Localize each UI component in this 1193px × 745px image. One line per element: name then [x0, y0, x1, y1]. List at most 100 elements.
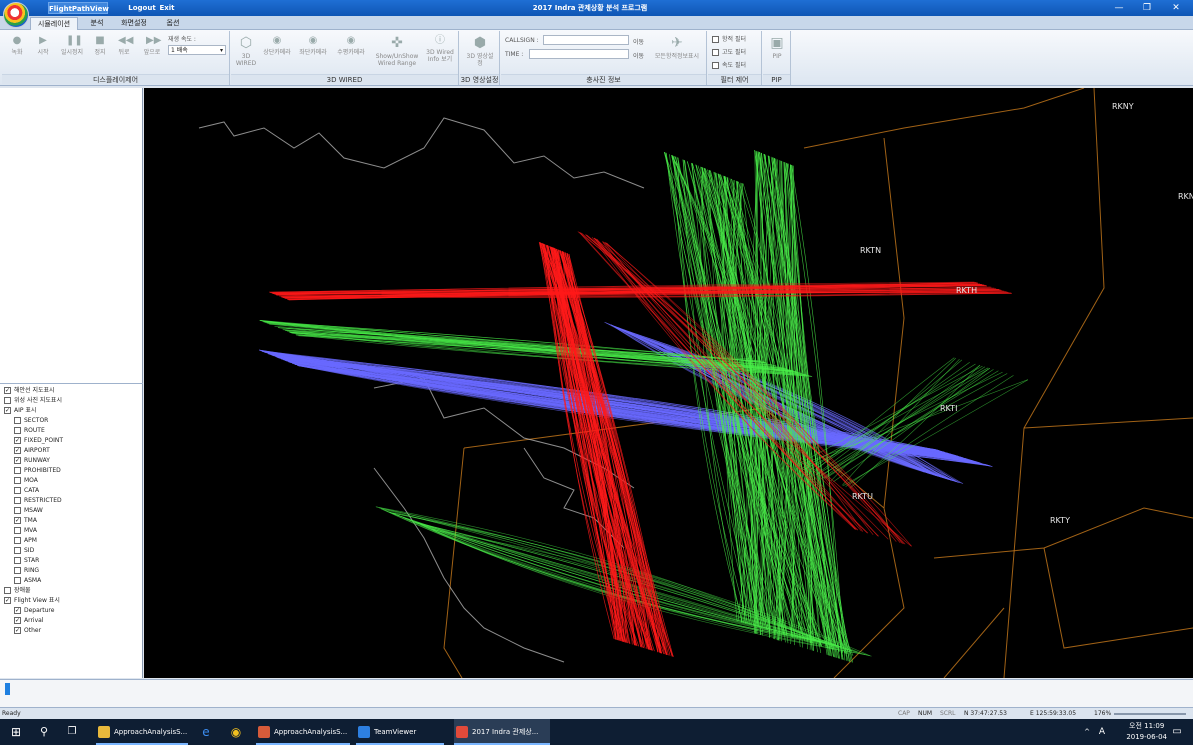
start-button[interactable]: ▶ 시작	[34, 35, 52, 56]
pause-button[interactable]: ❚❚ 일시정지	[58, 35, 86, 56]
tab-analysis[interactable]: 분석	[82, 17, 112, 30]
checkbox-icon[interactable]	[4, 407, 11, 414]
layer-item[interactable]: Departure	[0, 606, 143, 616]
checkbox-icon[interactable]	[4, 597, 11, 604]
taskbar-app-approach-analysis[interactable]: ApproachAnalysisS...	[256, 719, 350, 745]
close-button[interactable]: ✕	[1162, 0, 1190, 16]
checkbox-icon[interactable]	[14, 437, 21, 444]
layer-item[interactable]: TMA	[0, 516, 143, 526]
3d-wired-info-button[interactable]: ⓘ 3D Wired Info 보기	[424, 35, 456, 63]
map-view[interactable]: RKNY RKNW RKTH RKTN RKTI RKTU RKTY	[144, 88, 1193, 678]
layer-item[interactable]: Arrival	[0, 616, 143, 626]
speed-select[interactable]: 1 배속 ▾	[168, 45, 226, 55]
layer-item[interactable]: FIXED_POINT	[0, 436, 143, 446]
checkbox-icon[interactable]	[14, 517, 21, 524]
horizontal-camera-button[interactable]: ◉ 수평카메라	[335, 35, 367, 56]
timeline-slider[interactable]	[0, 679, 1193, 707]
flight-track-canvas[interactable]	[144, 88, 1193, 678]
show-unshow-wired-range-button[interactable]: ✜ Show/UnShow Wired Range	[371, 35, 423, 67]
layer-item[interactable]: APM	[0, 536, 143, 546]
windows-start-icon[interactable]: ⊞	[4, 719, 28, 745]
minimize-button[interactable]: —	[1105, 0, 1133, 16]
checkbox-icon[interactable]	[14, 507, 21, 514]
stop-button[interactable]: ■ 정지	[90, 35, 110, 56]
clock[interactable]: 오전 11:09 2019-06-04	[1126, 721, 1167, 743]
task-view-icon[interactable]: ❐	[62, 719, 82, 745]
tab-display-settings[interactable]: 화면설정	[114, 17, 154, 30]
checkbox-icon[interactable]	[14, 417, 21, 424]
chevron-up-icon[interactable]: ^	[1082, 719, 1092, 745]
layer-item[interactable]: Flight View 표시	[0, 596, 143, 606]
tab-simulation[interactable]: 시뮬레이션	[30, 17, 78, 30]
pip-button[interactable]: ▣ PIP	[767, 35, 787, 60]
flight-path-view-button[interactable]: FlightPathView	[48, 2, 109, 14]
notification-icon[interactable]: ▭	[1168, 719, 1186, 745]
layer-item[interactable]: Other	[0, 626, 143, 636]
layer-item[interactable]: AIRPORT	[0, 446, 143, 456]
restore-button[interactable]: ❐	[1133, 0, 1161, 16]
layer-item[interactable]: MVA	[0, 526, 143, 536]
layer-item[interactable]: SID	[0, 546, 143, 556]
tab-options[interactable]: 옵션	[158, 17, 188, 30]
altitude-filter-checkbox[interactable]: 고도 필터	[712, 47, 746, 56]
timeline-thumb[interactable]	[5, 683, 10, 695]
checkbox-icon[interactable]	[14, 617, 21, 624]
3d-video-settings-button[interactable]: ⬢ 3D 영상설정	[464, 35, 496, 67]
checkbox-icon[interactable]	[14, 627, 21, 634]
callsign-move-label[interactable]: 이동	[633, 37, 644, 46]
checkbox-icon[interactable]	[14, 497, 21, 504]
taskbar-app-approach-folder[interactable]: ApproachAnalysisS...	[96, 719, 188, 745]
speed-filter-checkbox[interactable]: 속도 필터	[712, 60, 746, 69]
checkbox-icon[interactable]	[14, 577, 21, 584]
layer-item[interactable]: RING	[0, 566, 143, 576]
callsign-input[interactable]	[543, 35, 629, 45]
layer-item[interactable]: MSAW	[0, 506, 143, 516]
checkbox-icon[interactable]	[14, 457, 21, 464]
layer-item[interactable]: STAR	[0, 556, 143, 566]
logout-button[interactable]: Logout	[126, 2, 158, 14]
ime-indicator[interactable]: A	[1096, 719, 1108, 745]
checkbox-icon[interactable]	[14, 567, 21, 574]
search-icon[interactable]: ⚲	[34, 719, 54, 745]
taskbar-app-teamviewer[interactable]: TeamViewer	[356, 719, 444, 745]
time-move-label[interactable]: 이동	[633, 51, 644, 60]
checkbox-icon[interactable]	[14, 527, 21, 534]
edge-icon[interactable]: e	[196, 719, 216, 745]
record-button[interactable]: ● 녹화	[8, 35, 26, 56]
layer-item[interactable]: SECTOR	[0, 416, 143, 426]
layer-item[interactable]: ASMA	[0, 576, 143, 586]
back-button[interactable]: ◀◀ 뒤로	[114, 35, 134, 56]
layer-item[interactable]: MOA	[0, 476, 143, 486]
checkbox-icon[interactable]	[14, 467, 21, 474]
checkbox-icon[interactable]	[4, 387, 11, 394]
layer-item[interactable]: 장애물	[0, 586, 143, 596]
layer-item[interactable]: CATA	[0, 486, 143, 496]
app-logo[interactable]	[3, 2, 29, 28]
checkbox-icon[interactable]	[14, 487, 21, 494]
checkbox-icon[interactable]	[14, 477, 21, 484]
checkbox-icon[interactable]	[14, 427, 21, 434]
zoom-slider[interactable]	[1114, 713, 1186, 715]
layer-item[interactable]: RESTRICTED	[0, 496, 143, 506]
checkbox-icon[interactable]	[14, 447, 21, 454]
checkbox-icon[interactable]	[4, 587, 11, 594]
layer-item[interactable]: ROUTE	[0, 426, 143, 436]
checkbox-icon[interactable]	[4, 397, 11, 404]
layer-item[interactable]: PROHIBITED	[0, 466, 143, 476]
show-all-tracks-button[interactable]: ✈ 모든항적정보표시	[649, 35, 705, 60]
forward-button[interactable]: ▶▶ 앞으로	[140, 35, 164, 56]
left-camera-button[interactable]: ◉ 좌단카메라	[297, 35, 329, 56]
track-filter-checkbox[interactable]: 항적 필터	[712, 34, 746, 43]
layer-item[interactable]: 위성 사진 지도표시	[0, 396, 143, 406]
checkbox-icon[interactable]	[14, 547, 21, 554]
time-input[interactable]	[529, 49, 629, 59]
layer-item[interactable]: RUNWAY	[0, 456, 143, 466]
chrome-icon[interactable]: ◉	[226, 719, 246, 745]
layer-item[interactable]: AIP 표시	[0, 406, 143, 416]
top-camera-button[interactable]: ◉ 상단카메라	[261, 35, 293, 56]
checkbox-icon[interactable]	[14, 537, 21, 544]
3d-wired-button[interactable]: ⬡ 3D WIRED	[233, 35, 259, 67]
exit-button[interactable]: Exit	[158, 2, 176, 14]
checkbox-icon[interactable]	[14, 607, 21, 614]
taskbar-app-indra[interactable]: 2017 Indra 관제상...	[454, 719, 550, 745]
